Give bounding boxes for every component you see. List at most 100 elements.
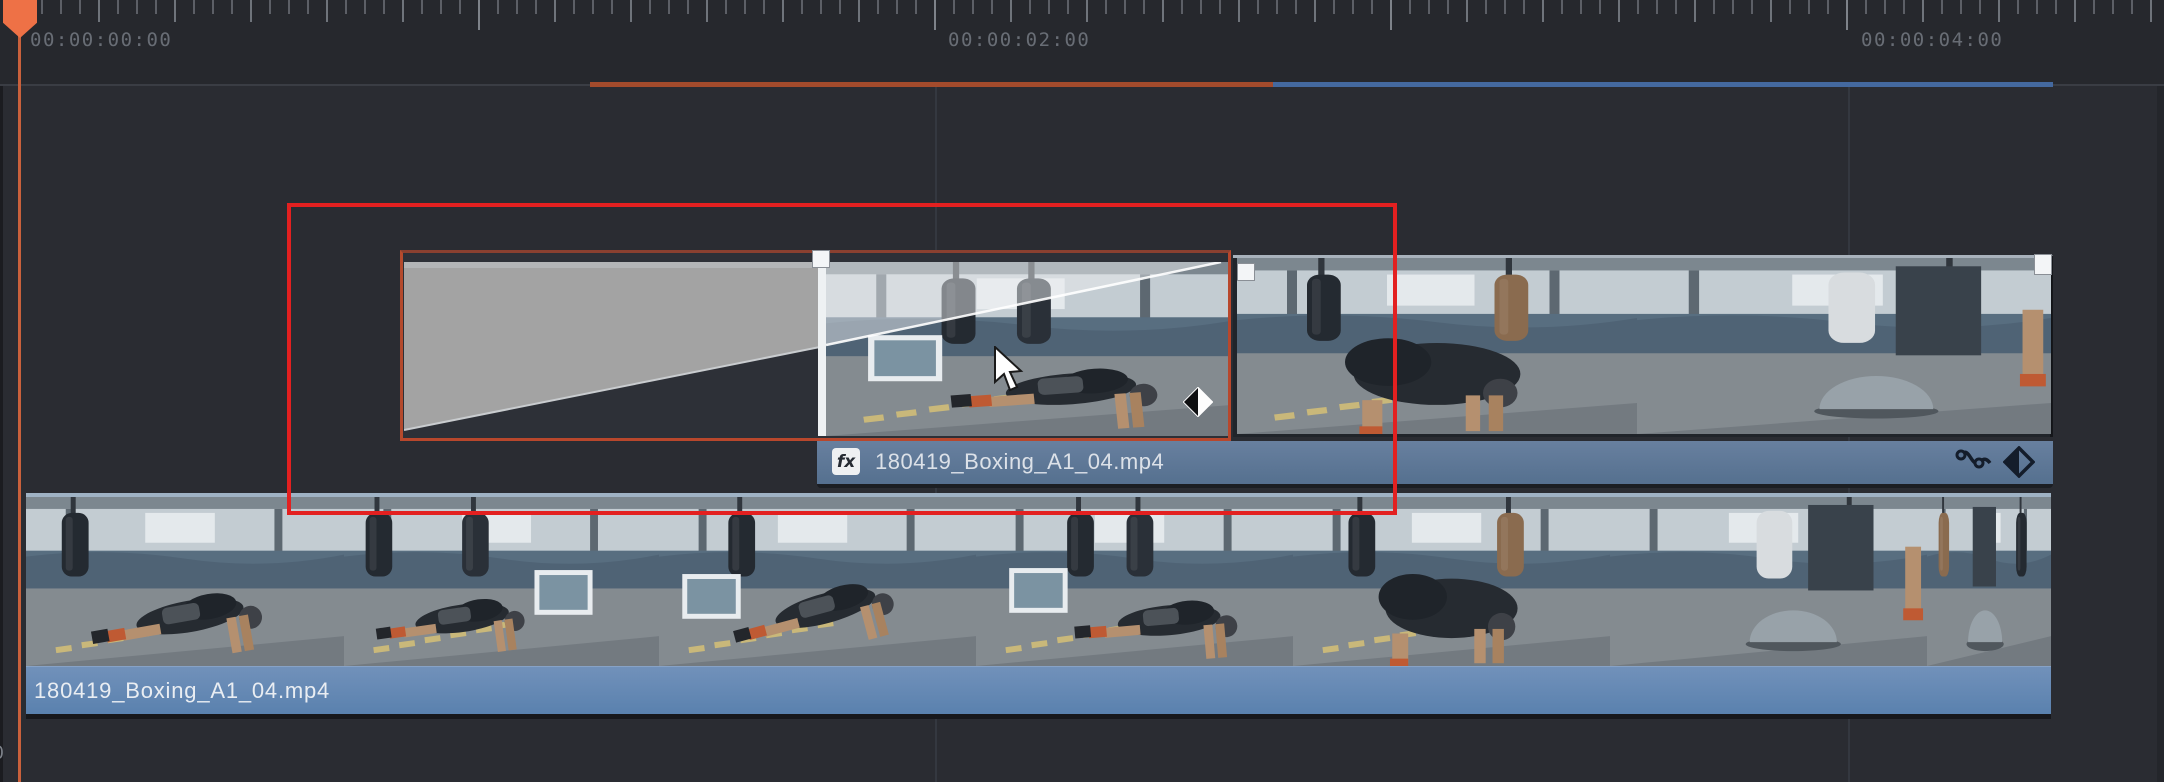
timeline-ruler[interactable]: 00:00:00:0000:00:02:0000:00:04:00 — [0, 0, 2164, 84]
ruler-tick — [592, 0, 594, 14]
ruler-tick — [1561, 0, 1563, 14]
ruler-tick — [1694, 0, 1696, 22]
ruler-tick — [1010, 0, 1012, 22]
ruler-tick — [1181, 0, 1183, 14]
ruler-tick — [269, 0, 271, 14]
ruler-tick — [1504, 0, 1506, 14]
clip-thumbnail-frame — [344, 497, 660, 666]
ruler-tick — [744, 0, 746, 14]
ruler-tick — [326, 0, 328, 22]
ruler-tick — [1979, 0, 1981, 14]
clip-thumbnail-frame — [1637, 258, 2052, 434]
ruler-tick — [1352, 0, 1354, 14]
ruler-tick — [2093, 0, 2095, 14]
timecode-label: 00:00:02:00 — [948, 29, 1090, 51]
ruler-tick — [2112, 0, 2114, 14]
trim-handle[interactable] — [1238, 264, 1254, 280]
ruler-tick — [2055, 0, 2057, 14]
ruler-tick — [1580, 0, 1582, 14]
ruler-tick — [1960, 0, 1962, 14]
ruler-tick — [668, 0, 670, 14]
ruler-tick — [1542, 0, 1544, 22]
ruler-tick — [41, 0, 43, 14]
ruler-tick — [136, 0, 138, 14]
ruler-tick — [1599, 0, 1601, 14]
trim-handle[interactable] — [813, 251, 829, 267]
track-label-partial: 0 — [0, 743, 4, 765]
ruler-tick — [1067, 0, 1069, 14]
ruler-tick — [1029, 0, 1031, 14]
ruler-tick — [896, 0, 898, 14]
clip-thumbnail-frame — [659, 497, 977, 666]
ruler-tick — [763, 0, 765, 14]
trim-handle[interactable] — [2035, 255, 2051, 274]
ruler-tick — [725, 0, 727, 14]
ruler-tick — [1808, 0, 1810, 14]
ruler-tick — [1124, 0, 1126, 14]
clip-thumbnail-frame — [1293, 497, 1611, 666]
ruler-tick — [1086, 0, 1088, 22]
video-clip-segment[interactable] — [1233, 255, 2053, 437]
ruler-tick — [1789, 0, 1791, 14]
fade-diamond-icon[interactable] — [2003, 446, 2043, 478]
ruler-tick — [1314, 0, 1316, 22]
ruler-tick — [1846, 0, 1848, 30]
ruler-tick — [1143, 0, 1145, 14]
ruler-tick — [573, 0, 575, 14]
clip-name-label: 180419_Boxing_A1_04.mp4 — [875, 441, 1164, 482]
clip-edit-point[interactable] — [818, 253, 826, 436]
clip-name-bar[interactable]: 180419_Boxing_A1_04.mp4 — [26, 666, 2051, 714]
ruler-tick — [839, 0, 841, 14]
ruler-tick — [345, 0, 347, 14]
clip-thumbnail-frame — [826, 262, 1228, 436]
fx-badge[interactable]: fx — [832, 448, 860, 475]
ruler-tick — [972, 0, 974, 14]
fade-in-wedge[interactable] — [404, 262, 820, 431]
ruler-tick — [1903, 0, 1905, 14]
ruler-tick — [1751, 0, 1753, 14]
ruler-tick — [991, 0, 993, 14]
ruler-tick — [1219, 0, 1221, 14]
ruler-tick — [820, 0, 822, 14]
ruler-tick — [402, 0, 404, 22]
ruler-tick — [288, 0, 290, 14]
ruler-tick — [1618, 0, 1620, 22]
ruler-tick — [1162, 0, 1164, 22]
ruler-tick — [1447, 0, 1449, 14]
video-clip[interactable]: 180419_Boxing_A1_04.mp4 — [26, 493, 2051, 719]
ruler-tick — [174, 0, 176, 22]
ruler-tick — [478, 0, 480, 30]
ruler-tick — [1048, 0, 1050, 14]
ruler-tick — [934, 0, 936, 30]
timeline-duration-marker-blue — [1273, 82, 2053, 87]
fade-handle-diamond-icon[interactable] — [1183, 387, 1213, 417]
ruler-tick — [535, 0, 537, 14]
ruler-tick — [2150, 0, 2152, 22]
ruler-tick — [1428, 0, 1430, 14]
ruler-tick — [117, 0, 119, 14]
ruler-tick — [782, 0, 784, 22]
ruler-tick — [1276, 0, 1278, 14]
ruler-tick — [155, 0, 157, 14]
clip-thumbnail-frame — [1237, 258, 1638, 434]
ruler-tick — [1485, 0, 1487, 14]
clip-thumbnail-frame — [1927, 497, 2051, 666]
ruler-tick — [1371, 0, 1373, 14]
ruler-tick — [1105, 0, 1107, 14]
ruler-tick — [1998, 0, 2000, 22]
ruler-tick — [706, 0, 708, 22]
ruler-tick — [2036, 0, 2038, 14]
ruler-tick — [1865, 0, 1867, 14]
ruler-tick — [440, 0, 442, 14]
ruler-tick — [1390, 0, 1392, 30]
clip-name-bar[interactable]: fx 180419_Boxing_A1_04.mp4 — [817, 441, 2053, 488]
ruler-tick — [1827, 0, 1829, 14]
keyframe-curve-icon[interactable] — [1954, 446, 1994, 478]
ruler-tick — [801, 0, 803, 14]
ruler-tick — [611, 0, 613, 14]
video-clip-selected[interactable] — [400, 250, 1231, 441]
ruler-tick — [554, 0, 556, 22]
playhead-line — [18, 0, 21, 782]
ruler-tick — [649, 0, 651, 14]
ruler-tick — [421, 0, 423, 14]
